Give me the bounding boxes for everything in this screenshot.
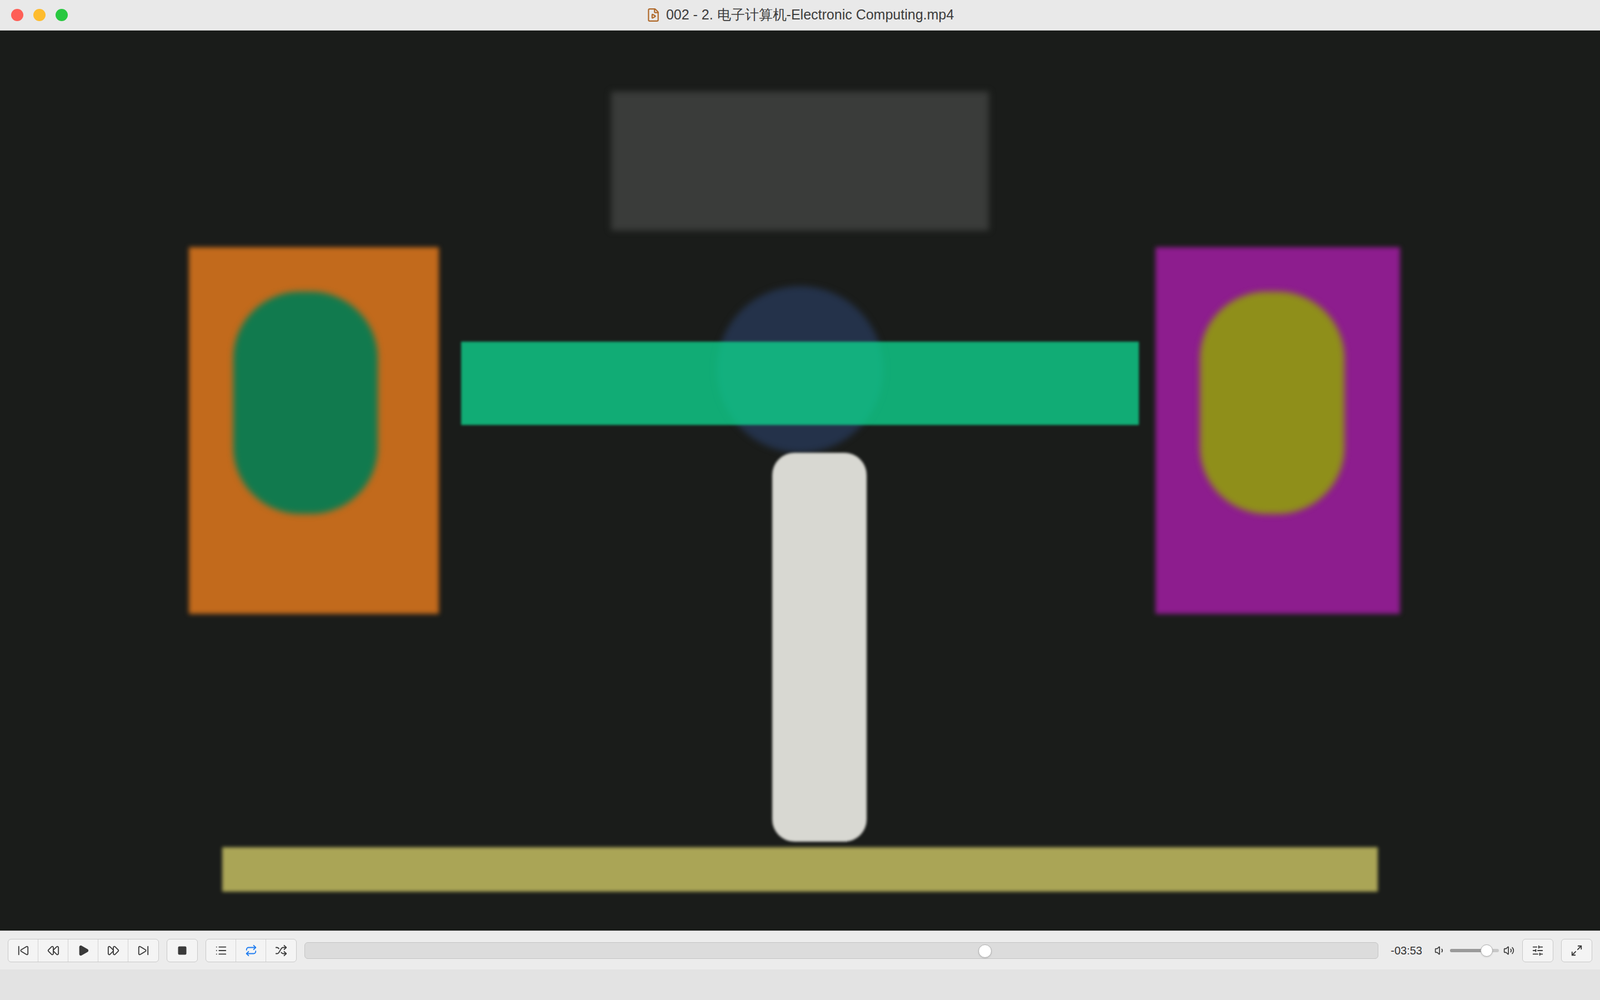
fullscreen-group [1561,938,1593,963]
rewind-icon [47,944,60,957]
progress-knob[interactable] [978,944,992,958]
progress-slider[interactable] [304,942,1379,959]
equalizer-icon [1531,944,1544,957]
volume-low-icon [1434,945,1446,957]
playlist-icon [215,944,228,957]
video-frame [0,30,1600,931]
transport-group [7,938,159,963]
extra-group [1522,938,1554,963]
title-bar: 002 - 2. 电子计算机-Electronic Computing.mp4 [0,0,1600,31]
loop-icon [245,944,258,957]
play-button[interactable] [68,939,99,962]
volume-slider[interactable] [1450,948,1499,953]
rewind-button[interactable] [38,939,69,962]
play-icon [77,944,90,957]
mode-group [205,938,297,963]
skip-back-icon [17,944,30,957]
loop-button[interactable] [236,939,267,962]
previous-button[interactable] [8,939,39,962]
fast-forward-icon [107,944,120,957]
zoom-button[interactable] [55,8,68,22]
shuffle-button[interactable] [266,939,297,962]
volume-high-icon [1503,945,1515,957]
playlist-button[interactable] [206,939,237,962]
stop-icon [177,945,188,956]
close-button[interactable] [11,8,24,22]
equalizer-button[interactable] [1522,939,1553,962]
shuffle-icon [275,944,288,957]
player-window: 002 - 2. 电子计算机-Electronic Computing.mp4 -… [0,0,1600,1000]
time-remaining: -03:53 [1386,942,1427,959]
minimize-button[interactable] [33,8,46,22]
stop-button[interactable] [167,939,198,962]
file-icon [646,7,661,23]
fast-forward-button[interactable] [98,939,129,962]
skip-forward-icon [137,944,150,957]
control-bar: -03:53 [0,930,1600,970]
window-bottom [0,969,1600,1000]
next-button[interactable] [128,939,159,962]
volume-control [1434,945,1515,957]
fullscreen-button[interactable] [1561,939,1592,962]
window-title: 002 - 2. 电子计算机-Electronic Computing.mp4 [666,4,954,26]
stop-group [166,938,198,963]
fullscreen-icon [1570,944,1583,957]
volume-knob[interactable] [1480,944,1493,957]
